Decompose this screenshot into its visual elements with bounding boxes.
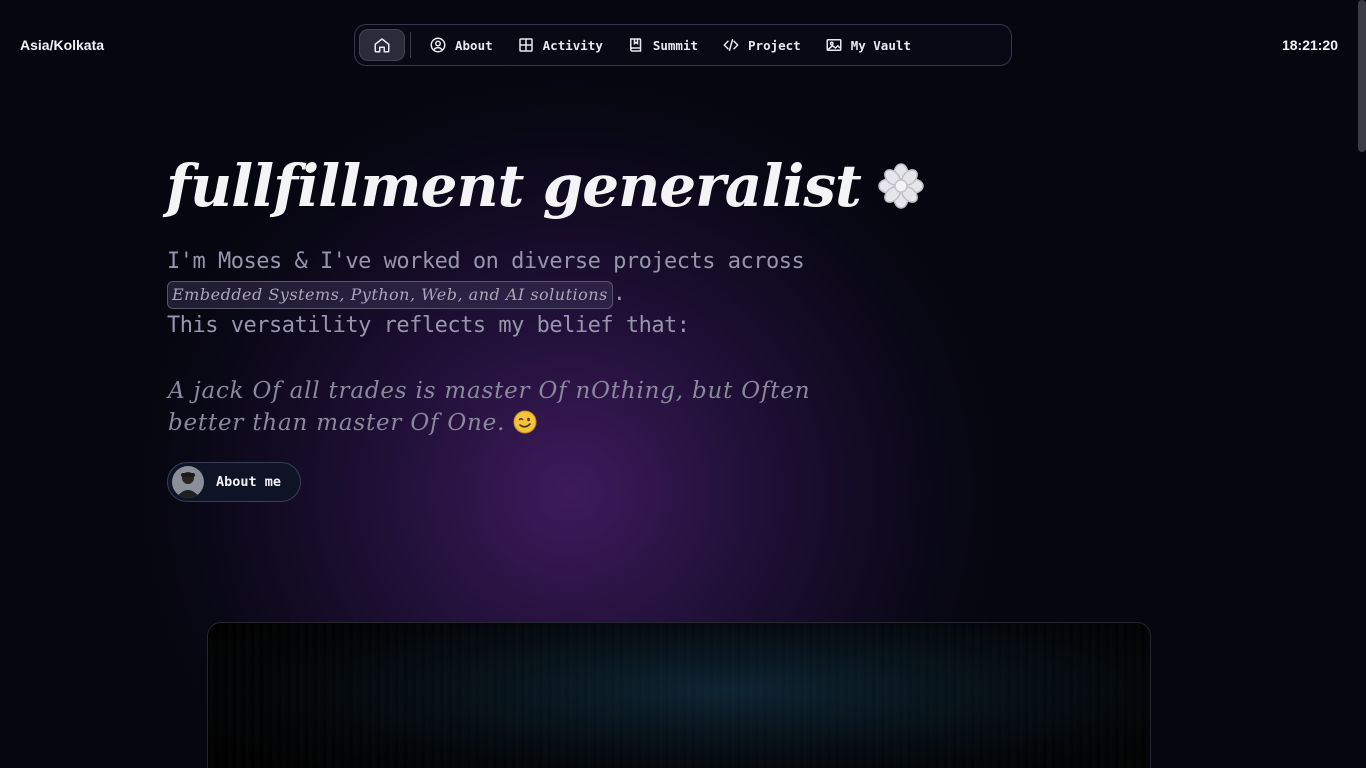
about-me-label: About me <box>216 474 282 490</box>
home-icon <box>374 38 390 53</box>
nav-item-label: Summit <box>652 37 699 53</box>
nav-item-label: Project <box>748 37 801 53</box>
flower-icon <box>878 163 924 209</box>
quote-body: A jack Of all trades is master Of nOthin… <box>168 378 811 436</box>
timezone-label: Asia/Kolkata <box>20 37 105 53</box>
about-me-button[interactable]: About me <box>167 462 301 502</box>
nav-item-my-vault[interactable]: My Vault <box>815 29 925 61</box>
intro-text: I'm Moses & I've worked on diverse proje… <box>167 246 887 342</box>
skills-suffix: . <box>612 281 626 306</box>
user-circle-icon <box>430 37 446 53</box>
nav-item-label: Activity <box>542 37 603 53</box>
hero-video-card <box>207 622 1151 768</box>
nav-divider <box>410 32 411 58</box>
nav-item-about[interactable]: About <box>419 29 507 61</box>
page-scrollbar[interactable] <box>1358 0 1366 768</box>
skills-chip: Embedded Systems, Python, Web, and AI so… <box>167 281 613 309</box>
wink-emoji-icon <box>513 410 537 434</box>
nav-item-label: My Vault <box>850 37 911 53</box>
nav-item-label: About <box>455 37 493 53</box>
quote-text: A jack Of all trades is master Of nOthin… <box>168 375 888 439</box>
skills-line: Embedded Systems, Python, Web, and AI so… <box>167 278 887 310</box>
intro-line-2: This versatility reflects my belief that… <box>167 313 690 338</box>
book-icon <box>629 38 642 52</box>
intro-line-1: I'm Moses & I've worked on diverse proje… <box>167 249 805 274</box>
video-streaks <box>208 623 1150 768</box>
hero-title: fullfillment generalist <box>166 152 925 220</box>
nav-item-summit[interactable]: Summit <box>617 29 712 61</box>
clock: 18:21:20 <box>1281 37 1338 53</box>
scrollbar-thumb[interactable] <box>1358 0 1366 152</box>
code-icon <box>723 39 739 51</box>
image-icon <box>826 39 842 51</box>
hero-title-text: fullfillment generalist <box>166 152 862 220</box>
nav-home-button[interactable] <box>359 29 405 61</box>
avatar <box>172 466 204 498</box>
nav-item-project[interactable]: Project <box>712 29 815 61</box>
nav-item-activity[interactable]: Activity <box>507 29 617 61</box>
grid-icon <box>518 38 533 52</box>
top-navbar: About Activity Summit Project My Vault <box>354 24 1012 66</box>
